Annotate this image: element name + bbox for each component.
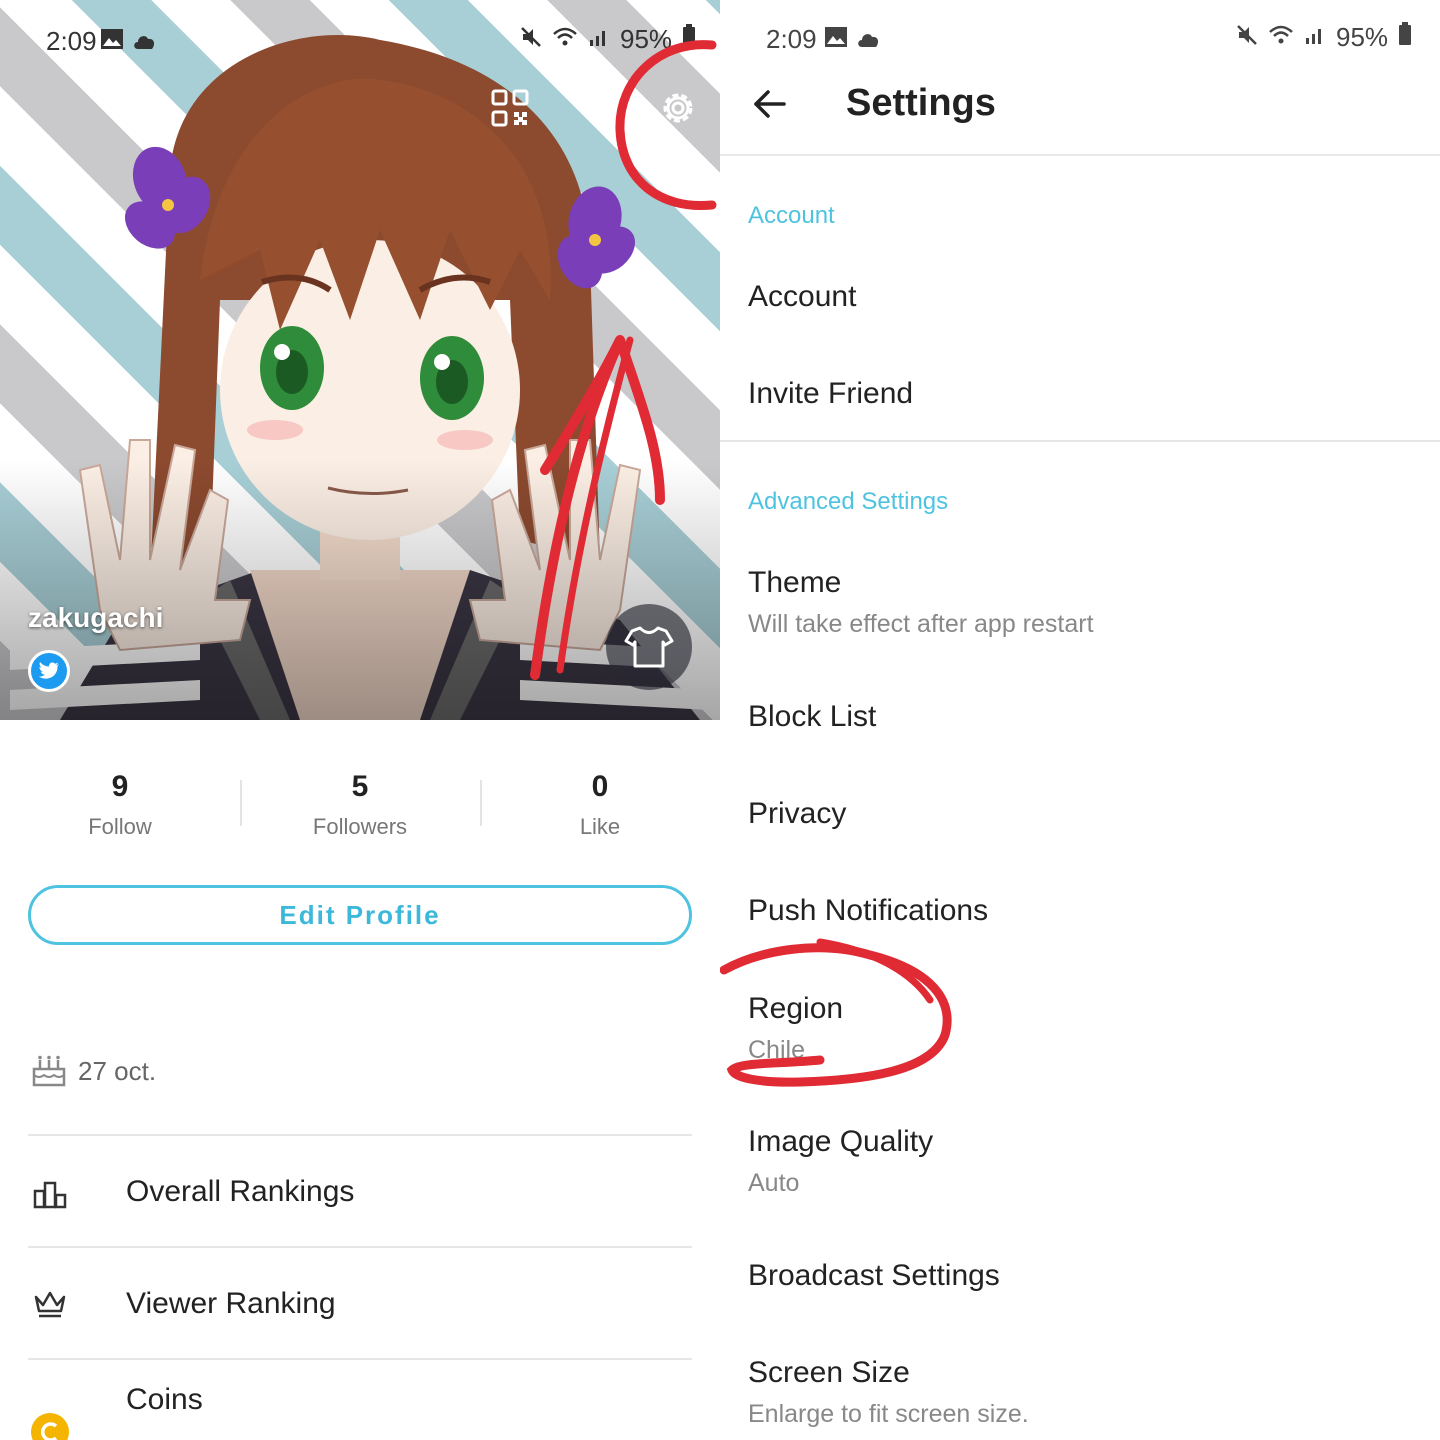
setting-title: Theme — [748, 566, 842, 599]
birthday-cake-icon — [32, 1055, 66, 1087]
setting-subtitle: Enlarge to fit screen size. — [748, 1400, 1029, 1428]
setting-invite-friend[interactable]: Invite Friend — [748, 377, 1408, 411]
status-time: 2:09 — [46, 26, 97, 56]
setting-region[interactable]: Region Chile — [748, 992, 1408, 1065]
podium-icon — [30, 1172, 70, 1212]
setting-image-quality[interactable]: Image Quality Auto — [748, 1125, 1408, 1198]
section-header-advanced-settings: Advanced Settings — [748, 488, 949, 515]
setting-title: Screen Size — [748, 1356, 910, 1389]
setting-theme[interactable]: Theme Will take effect after app restart — [748, 566, 1408, 639]
setting-title: Invite Friend — [748, 377, 914, 410]
cloud-icon — [132, 26, 158, 57]
battery-level: 95% — [620, 24, 673, 54]
crown-icon — [30, 1284, 70, 1324]
setting-title: Block List — [748, 700, 877, 733]
page-title: Settings — [846, 82, 996, 124]
birthday-date: 27 oct. — [78, 1055, 157, 1086]
back-button[interactable] — [748, 82, 792, 126]
tshirt-icon — [624, 626, 674, 668]
battery-level: 95% — [1336, 22, 1389, 52]
profile-username: zakugachi — [28, 602, 164, 633]
cloud-icon — [856, 24, 882, 55]
menu-item-label: Overall Rankings — [126, 1175, 355, 1208]
setting-block-list[interactable]: Block List — [748, 700, 1408, 734]
settings-screen: 2:09 95% Settings Account Account Invite… — [720, 0, 1440, 1440]
twitter-badge[interactable] — [28, 650, 70, 692]
stat-value: 9 — [111, 770, 129, 803]
setting-push-notifications[interactable]: Push Notifications — [748, 894, 1408, 928]
setting-title: Image Quality — [748, 1125, 934, 1158]
setting-screen-size[interactable]: Screen Size Enlarge to fit screen size. — [748, 1356, 1408, 1429]
signal-icon — [588, 24, 610, 55]
cover-gradient — [0, 460, 720, 720]
battery-icon — [682, 24, 696, 55]
setting-title: Push Notifications — [748, 894, 989, 927]
twitter-icon — [38, 662, 59, 679]
stat-like[interactable]: 0 Like — [480, 770, 720, 850]
setting-subtitle: Chile — [748, 1036, 805, 1064]
wifi-icon — [552, 24, 578, 55]
setting-title: Account — [748, 280, 857, 313]
status-notification-icons — [824, 24, 882, 55]
qr-code-icon — [491, 89, 529, 127]
gallery-icon — [824, 24, 848, 55]
qr-code-button[interactable] — [488, 86, 532, 130]
setting-privacy[interactable]: Privacy — [748, 797, 1408, 831]
wifi-icon — [1268, 22, 1294, 53]
stat-label: Follow — [88, 814, 152, 839]
birthday-row: 27 oct. — [32, 1055, 156, 1087]
setting-account[interactable]: Account — [748, 280, 1408, 314]
setting-title: Privacy — [748, 797, 847, 830]
menu-item-overall-rankings[interactable]: Overall Rankings — [28, 1136, 692, 1248]
gear-icon — [663, 93, 693, 123]
menu-item-label: Coins — [126, 1383, 203, 1416]
status-time: 2:09 — [766, 24, 817, 54]
setting-title: Region — [748, 992, 844, 1025]
stat-label: Like — [579, 814, 621, 839]
battery-icon — [1398, 22, 1412, 53]
section-divider — [720, 440, 1440, 442]
signal-icon — [1304, 22, 1326, 53]
mute-icon — [1236, 22, 1258, 53]
setting-subtitle: Will take effect after app restart — [748, 610, 1094, 638]
menu-item-coins[interactable]: Coins — [28, 1344, 692, 1440]
app-bar: Settings — [720, 60, 1440, 156]
outfit-button[interactable] — [606, 604, 692, 690]
setting-subtitle: Auto — [748, 1169, 800, 1197]
stat-label: Followers — [312, 814, 408, 839]
stat-followers[interactable]: 5 Followers — [240, 770, 480, 850]
status-bar: 2:09 95% — [0, 0, 720, 80]
menu-item-label: Viewer Ranking — [126, 1287, 336, 1320]
stat-follow[interactable]: 9 Follow — [0, 770, 240, 850]
gallery-icon — [100, 26, 124, 57]
share-button[interactable] — [574, 86, 618, 130]
share-icon — [579, 90, 613, 126]
coin-icon — [30, 1380, 70, 1440]
settings-gear-button[interactable] — [656, 86, 700, 130]
mute-icon — [520, 24, 542, 55]
stat-value: 5 — [351, 770, 369, 803]
profile-stats: 9 Follow 5 Followers 0 Like — [0, 770, 720, 850]
setting-broadcast-settings[interactable]: Broadcast Settings — [748, 1259, 1408, 1293]
profile-screen: 2:09 95% zakugachi 9 Follow 5 Followers … — [0, 0, 720, 1440]
edit-profile-button[interactable]: Edit Profile — [28, 885, 692, 945]
setting-title: Broadcast Settings — [748, 1259, 1000, 1292]
status-notification-icons — [100, 26, 158, 57]
stat-value: 0 — [591, 770, 609, 803]
arrow-left-icon — [754, 90, 786, 118]
section-header-account: Account — [748, 202, 835, 229]
